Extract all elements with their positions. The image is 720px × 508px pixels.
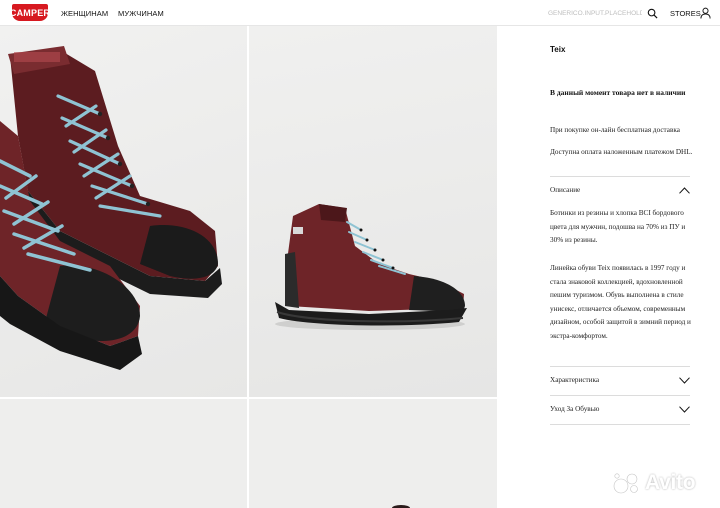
accordion-description: Описание	[550, 176, 690, 205]
avito-watermark-text: Avito	[645, 471, 696, 494]
boot-closeup-image	[0, 46, 222, 370]
accordion-characteristics-title: Характеристика	[550, 376, 600, 384]
chevron-down-icon[interactable]	[679, 406, 690, 413]
avito-watermark: Avito	[612, 470, 696, 496]
description-paragraph-1: Ботинки из резины и хлопка BCI бордового…	[550, 209, 686, 245]
stock-status-message: В данный момент товара нет в наличии	[550, 88, 686, 97]
accordion-characteristics: Характеристика	[550, 366, 690, 395]
boot-side-image	[275, 204, 467, 330]
chevron-down-icon[interactable]	[679, 377, 690, 384]
camper-logo[interactable]: CAMPER	[10, 4, 50, 21]
nav-men-link[interactable]: МУЖЧИНАМ	[118, 9, 164, 18]
gallery-image-2[interactable]	[249, 26, 497, 397]
search-icon[interactable]	[647, 8, 658, 19]
accordion-description-header[interactable]: Описание	[550, 177, 690, 205]
top-header: CAMPER ЖЕНЩИНАМ МУЖЧИНАМ STORES	[0, 0, 720, 26]
boot-image	[249, 399, 497, 508]
accordion-care: Уход За Обувью	[550, 395, 690, 425]
stores-link[interactable]: STORES	[670, 9, 701, 18]
gallery-image-1[interactable]	[0, 26, 247, 397]
product-panel: Teix В данный момент товара нет в наличи…	[497, 26, 720, 508]
product-gallery	[0, 26, 497, 508]
user-icon[interactable]	[700, 7, 711, 19]
nav-women-link[interactable]: ЖЕНЩИНАМ	[61, 9, 108, 18]
free-delivery-info: При покупке он-лайн бесплатная доставка	[550, 126, 680, 134]
accordion-description-title: Описание	[550, 186, 581, 194]
product-name: Teix	[550, 45, 566, 54]
gallery-image-3[interactable]	[0, 399, 247, 508]
accordion-care-header[interactable]: Уход За Обувью	[550, 396, 690, 424]
gallery-image-4[interactable]	[249, 399, 497, 508]
search-input[interactable]	[548, 7, 642, 20]
boot-image	[0, 399, 247, 508]
cash-on-delivery-info: Доступна оплата наложенным платежом DHL.	[550, 148, 693, 156]
accordion-characteristics-header[interactable]: Характеристика	[550, 367, 690, 395]
accordion-care-title: Уход За Обувью	[550, 405, 600, 413]
description-paragraph-2: Линейка обуви Teix появилась в 1997 году…	[550, 264, 691, 340]
chevron-up-icon[interactable]	[679, 187, 690, 194]
avito-logo-icon	[613, 473, 638, 494]
